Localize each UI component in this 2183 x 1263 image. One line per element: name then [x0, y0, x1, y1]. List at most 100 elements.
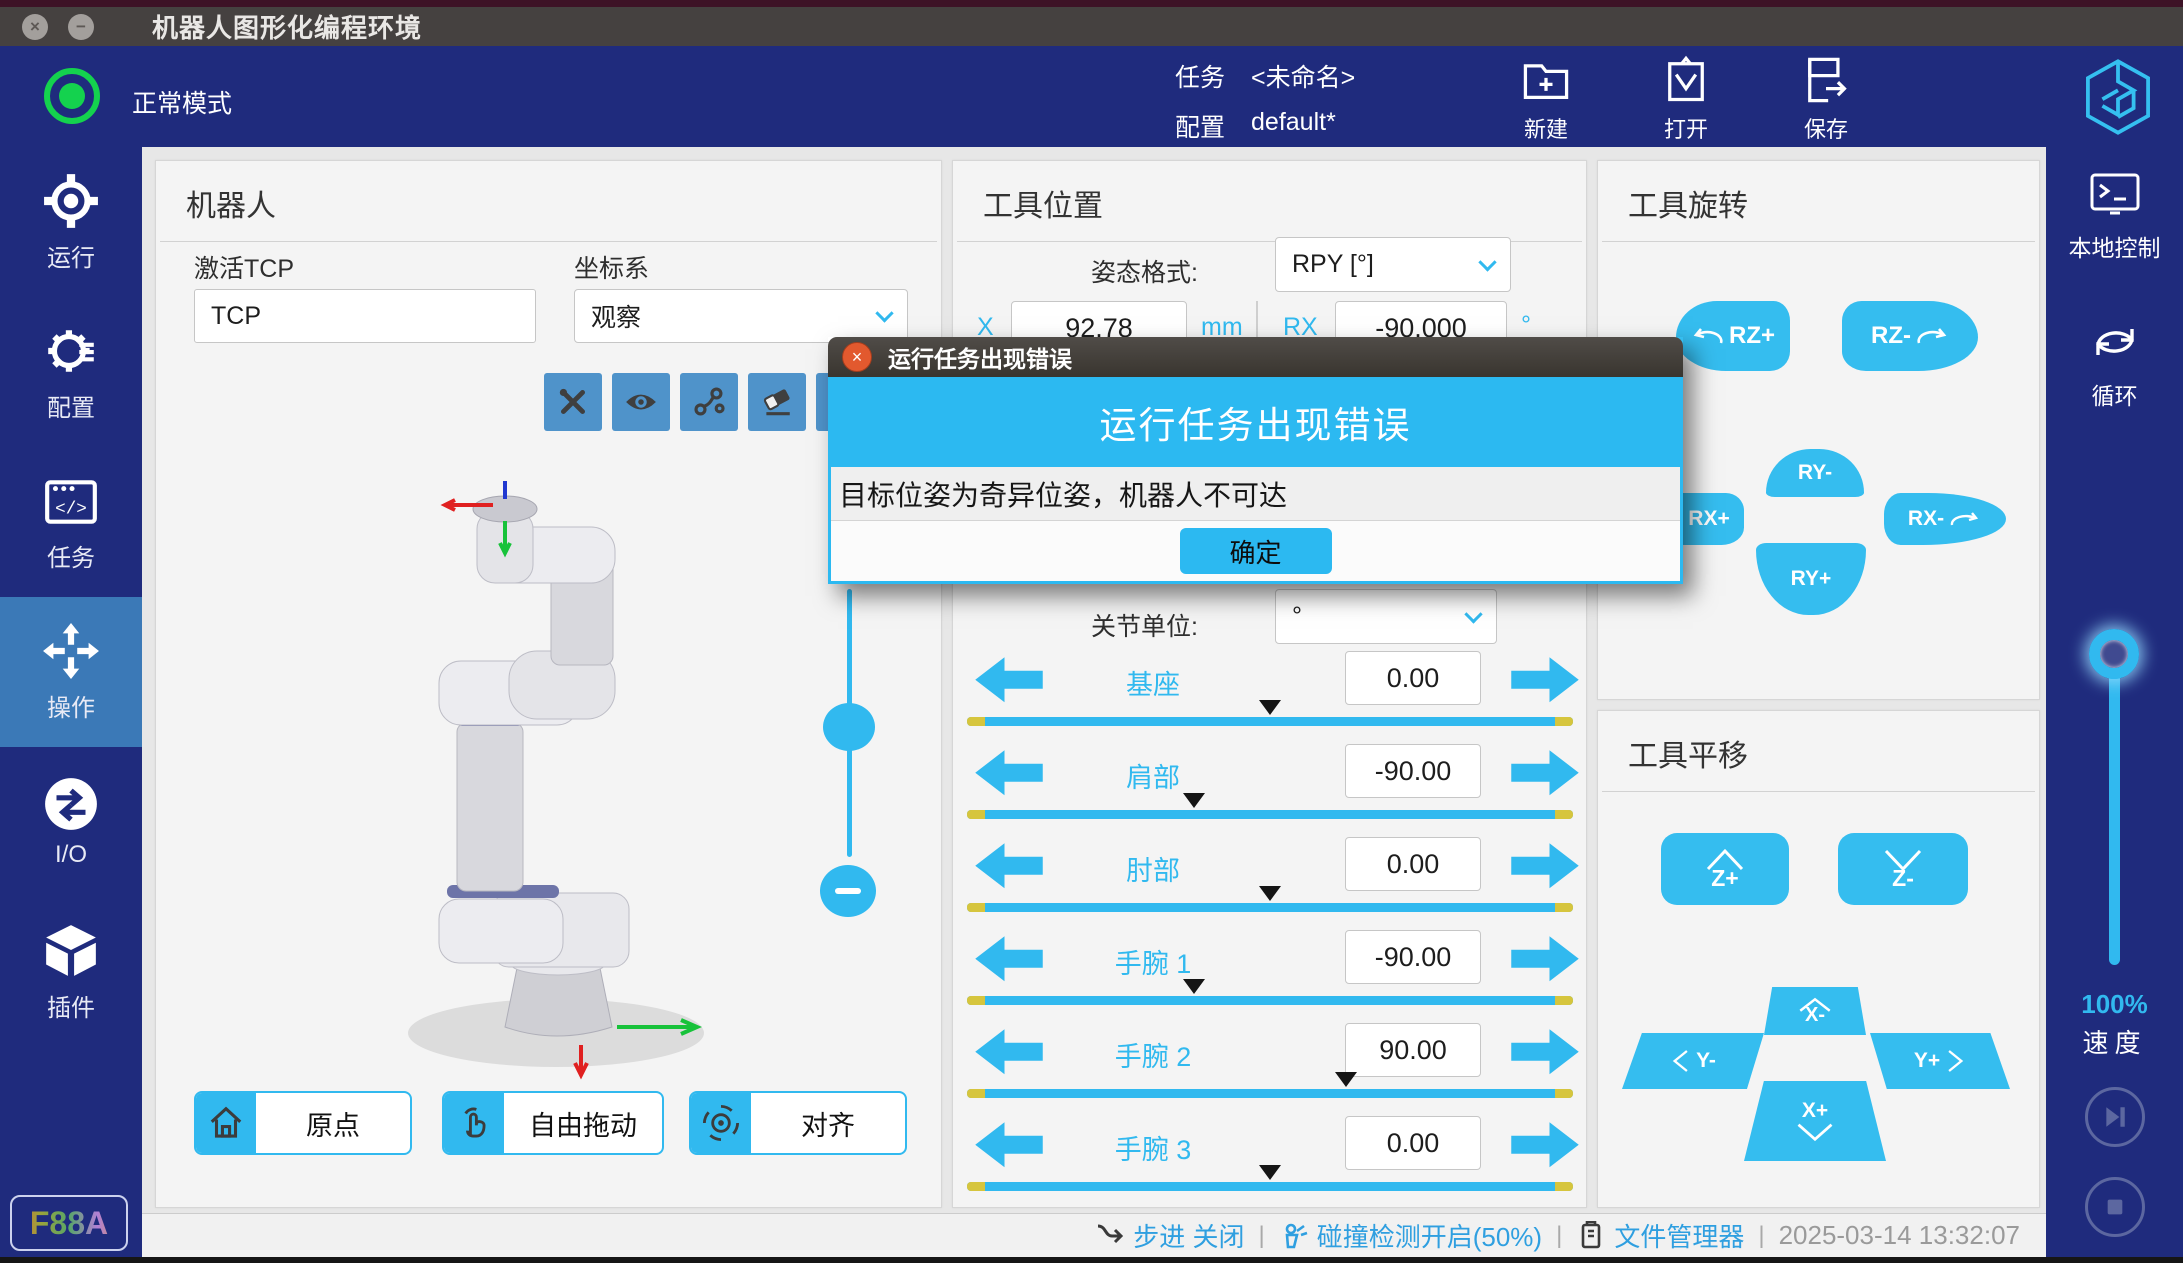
joint-wrist2-minus-button[interactable]	[973, 1027, 1045, 1075]
loop-button[interactable]: 循环	[2046, 315, 2183, 411]
open-task-button[interactable]: 打开	[1660, 54, 1712, 144]
tool-translation-title: 工具平移	[1602, 711, 2035, 792]
x-plus-button[interactable]: X+	[1744, 1081, 1886, 1161]
erase-button[interactable]	[748, 373, 806, 431]
pose-format-select[interactable]: RPY [°]	[1275, 237, 1511, 292]
collision-detection-status[interactable]: 碰撞检测开启(50%)	[1279, 1217, 1542, 1254]
joint-elbow-value-input[interactable]: 0.00	[1345, 837, 1481, 891]
free-drag-button[interactable]: 自由拖动	[442, 1091, 664, 1155]
window-minimize-button[interactable]: −	[68, 14, 94, 40]
step-mode-status[interactable]: 步进 关闭	[1095, 1217, 1244, 1254]
joint-elbow-plus-button[interactable]	[1509, 841, 1581, 889]
view-toolbar	[544, 373, 874, 431]
drag-icon-wrap	[444, 1093, 504, 1153]
sidebar-item-run[interactable]: 运行	[0, 147, 142, 297]
joint-elbow-minus-button[interactable]	[973, 841, 1045, 889]
code-window-icon: </>	[42, 472, 100, 530]
joint-wrist2-name: 手腕 2	[1053, 1035, 1253, 1074]
z-plus-button[interactable]: Z+	[1661, 833, 1789, 905]
x-minus-button[interactable]: X-	[1764, 987, 1866, 1035]
slider-marker-icon	[1259, 1165, 1281, 1180]
error-dialog-message: 目标位姿为奇异位姿，机器人不可达	[831, 467, 1680, 521]
joint-shoulder-value-input[interactable]: -90.00	[1345, 744, 1481, 798]
error-dialog-titlebar[interactable]: × 运行任务出现错误	[828, 337, 1683, 377]
joint-wrist1-minus-button[interactable]	[973, 934, 1045, 982]
dialog-ok-button[interactable]: 确定	[1180, 528, 1332, 574]
trace-path-button[interactable]	[680, 373, 738, 431]
left-sidebar: 运行 配置 </> 任务 操作 I/O 插件 F88A	[0, 147, 142, 1263]
status-separator: |	[1556, 1222, 1562, 1250]
y-minus-button[interactable]: Y-	[1622, 1033, 1764, 1089]
svg-text:</>: </>	[55, 499, 87, 519]
align-button[interactable]: 对齐	[689, 1091, 907, 1155]
sidebar-item-task[interactable]: </> 任务	[0, 447, 142, 597]
joint-elbow-slider[interactable]	[967, 903, 1573, 912]
joint-unit-select[interactable]: °	[1275, 589, 1497, 644]
new-folder-icon	[1520, 54, 1572, 106]
save-task-button[interactable]: 保存	[1800, 54, 1852, 144]
speed-slider-handle[interactable]	[2089, 629, 2139, 679]
sidebar-item-config[interactable]: 配置	[0, 297, 142, 447]
status-separator: |	[1758, 1222, 1764, 1250]
z-minus-button[interactable]: Z-	[1838, 833, 1968, 905]
joint-wrist2-value-input[interactable]: 90.00	[1345, 1023, 1481, 1077]
dialog-close-button[interactable]: ×	[842, 342, 872, 372]
sidebar-item-operate[interactable]: 操作	[0, 597, 142, 747]
z-minus-label: Z-	[1892, 865, 1914, 892]
view-zoom-handle[interactable]	[823, 703, 875, 751]
joint-wrist2-slider[interactable]	[967, 1089, 1573, 1098]
joint-base-slider[interactable]	[967, 717, 1573, 726]
mode-label: 正常模式	[132, 84, 232, 120]
joint-base-plus-button[interactable]	[1509, 655, 1581, 703]
window-titlebar: × − 机器人图形化编程环境	[0, 0, 2183, 46]
joint-wrist1-plus-button[interactable]	[1509, 934, 1581, 982]
app-window: × − 机器人图形化编程环境 正常模式 任务 <未命名> 配置 default*…	[0, 0, 2183, 1263]
robot-panel: 机器人 激活TCP 坐标系 TCP 观察	[155, 160, 942, 1208]
ry-minus-button[interactable]: RY-	[1766, 449, 1864, 497]
rz-plus-button[interactable]: RZ+	[1676, 301, 1790, 371]
frame-select[interactable]: 观察	[574, 289, 908, 343]
home-pose-button[interactable]: 原点	[194, 1091, 412, 1155]
joint-base-value-input[interactable]: 0.00	[1345, 651, 1481, 705]
ry-plus-button[interactable]: RY+	[1756, 543, 1866, 615]
joint-unit-value: °	[1292, 602, 1302, 631]
joint-wrist3-value-input[interactable]: 0.00	[1345, 1116, 1481, 1170]
tools-button[interactable]	[544, 373, 602, 431]
sidebar-item-plugin[interactable]: 插件	[0, 897, 142, 1047]
joint-shoulder-slider[interactable]	[967, 810, 1573, 819]
joint-base-minus-button[interactable]	[973, 655, 1045, 703]
tcp-input[interactable]: TCP	[194, 289, 536, 343]
joint-wrist1-value-input[interactable]: -90.00	[1345, 930, 1481, 984]
speed-percent: 100%	[2046, 989, 2183, 1020]
robot-3d-view[interactable]	[381, 461, 711, 1081]
joint-shoulder-plus-button[interactable]	[1509, 748, 1581, 796]
step-forward-button[interactable]	[2085, 1087, 2145, 1147]
stop-button[interactable]	[2085, 1177, 2145, 1237]
sidebar-item-io[interactable]: I/O	[0, 747, 142, 897]
window-close-button[interactable]: ×	[22, 14, 48, 40]
file-manager-status[interactable]: 文件管理器	[1576, 1217, 1744, 1254]
rx-minus-button[interactable]: RX-	[1884, 493, 2006, 545]
joint-wrist3-slider[interactable]	[967, 1182, 1573, 1191]
ry-minus-label: RY-	[1798, 461, 1832, 485]
rz-minus-label: RZ-	[1871, 322, 1911, 350]
joint-wrist2-plus-button[interactable]	[1509, 1027, 1581, 1075]
visibility-button[interactable]	[612, 373, 670, 431]
slider-marker-icon	[1259, 886, 1281, 901]
collision-robot-icon	[1279, 1221, 1309, 1251]
joint-wrist3-minus-button[interactable]	[973, 1120, 1045, 1168]
mode-status-indicator[interactable]	[44, 68, 100, 124]
joint-base-name: 基座	[1053, 663, 1253, 702]
y-plus-button[interactable]: Y+	[1870, 1033, 2010, 1089]
local-control-button[interactable]: 本地控制	[2046, 167, 2183, 263]
rz-minus-button[interactable]: RZ-	[1842, 301, 1978, 371]
joint-wrist3-plus-button[interactable]	[1509, 1120, 1581, 1168]
joint-shoulder-minus-button[interactable]	[973, 748, 1045, 796]
zoom-out-button[interactable]	[820, 865, 876, 917]
new-task-button[interactable]: 新建	[1520, 54, 1572, 144]
slider-marker-icon	[1183, 979, 1205, 994]
sidebar-task-label: 任务	[47, 538, 95, 573]
joint-wrist1-slider[interactable]	[967, 996, 1573, 1005]
skip-icon	[2102, 1104, 2128, 1130]
speed-slider-track[interactable]	[2109, 675, 2120, 965]
